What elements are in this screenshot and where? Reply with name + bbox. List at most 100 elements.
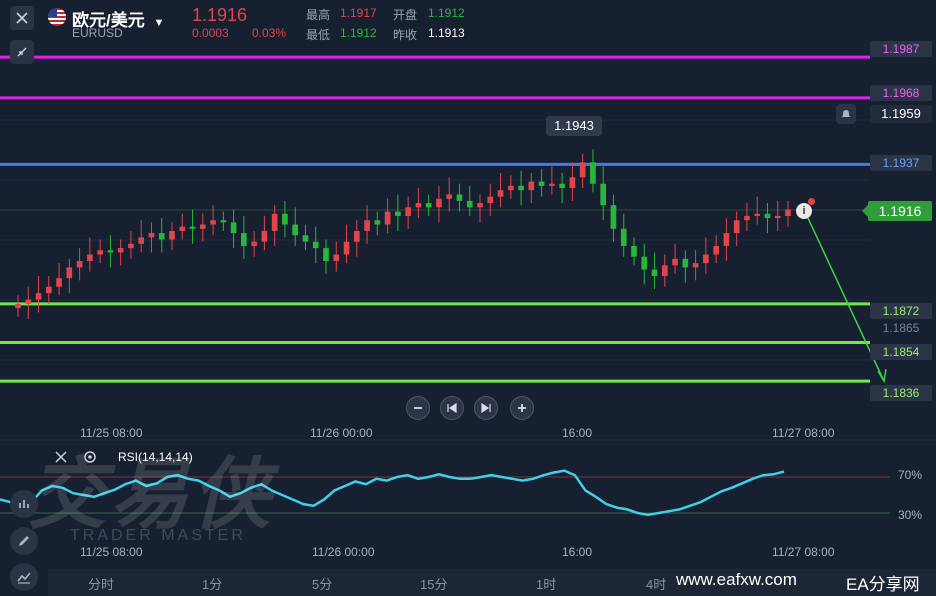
tool-indicators-button[interactable] bbox=[10, 490, 38, 518]
tab-1min[interactable]: 1分 bbox=[202, 574, 222, 593]
candle-body bbox=[549, 183, 555, 186]
alert-bell-button[interactable] bbox=[836, 104, 856, 124]
zoom-in-button[interactable] bbox=[510, 396, 534, 420]
bell-icon bbox=[842, 110, 850, 118]
candle-body bbox=[466, 200, 473, 208]
candle-body bbox=[220, 220, 227, 223]
tab-4hour[interactable]: 4时 bbox=[646, 574, 666, 593]
alert-price-label[interactable]: 1.1959 bbox=[870, 105, 932, 123]
candle-body bbox=[169, 230, 175, 240]
candle-body bbox=[251, 241, 257, 246]
candle-body bbox=[559, 183, 565, 189]
prev-close-label: 昨收 bbox=[393, 28, 418, 42]
tab-timeshare[interactable]: 分时 bbox=[88, 574, 114, 593]
rsi-level-high-label: 70% bbox=[898, 468, 923, 482]
chevron-down-icon: ▼ bbox=[153, 17, 165, 29]
candle-body bbox=[703, 254, 709, 264]
level-label-1987[interactable]: 1.1987 bbox=[870, 41, 932, 57]
rsi-close-button[interactable] bbox=[54, 450, 68, 469]
tool-draw-button[interactable] bbox=[10, 527, 38, 555]
time-label: 11/26 00:00 bbox=[310, 426, 373, 440]
candle-body bbox=[682, 258, 689, 268]
rsi-label: RSI(14,14,14) bbox=[118, 450, 193, 464]
candle-body bbox=[672, 258, 678, 266]
candle-body bbox=[128, 243, 134, 249]
time-label: 11/25 08:00 bbox=[80, 426, 143, 440]
candle-body bbox=[230, 222, 237, 234]
bars-icon bbox=[19, 500, 29, 508]
gear-icon bbox=[84, 451, 96, 463]
rsi-time-label: 11/27 08:00 bbox=[772, 545, 835, 559]
candle-body bbox=[189, 226, 196, 229]
level-label-1968[interactable]: 1.1968 bbox=[870, 85, 932, 101]
chart-grid bbox=[0, 59, 936, 441]
candle-body bbox=[353, 230, 360, 242]
scroll-end-button[interactable] bbox=[474, 396, 498, 420]
candle-body bbox=[56, 278, 62, 287]
candle-body bbox=[97, 250, 103, 255]
close-chart-button[interactable] bbox=[10, 6, 34, 30]
info-marker[interactable]: i bbox=[796, 203, 812, 219]
level-label-1937[interactable]: 1.1937 bbox=[870, 155, 932, 171]
candle-body bbox=[199, 224, 206, 229]
tab-15min[interactable]: 15分 bbox=[420, 574, 447, 593]
candle-body bbox=[15, 303, 21, 309]
zoom-out-button[interactable] bbox=[406, 396, 430, 420]
candle-body bbox=[66, 267, 73, 279]
candle-body bbox=[312, 241, 319, 249]
peak-price-callout: 1.1943 bbox=[546, 116, 602, 136]
collapse-button[interactable] bbox=[10, 40, 34, 64]
current-price: 1.1916 bbox=[192, 5, 248, 25]
candle-body bbox=[333, 254, 340, 261]
tab-1hour[interactable]: 1时 bbox=[536, 574, 556, 593]
candle-body bbox=[569, 177, 576, 189]
level-label-1865: 1.1865 bbox=[882, 321, 920, 335]
close-icon bbox=[55, 451, 67, 463]
trading-chart-app: 交易侠 TRADER MASTER 欧元/美元 ▼ EURUSD 1.1916 … bbox=[0, 0, 936, 596]
price-change-pct: 0.03% bbox=[252, 26, 287, 40]
low-label: 最低 bbox=[306, 28, 331, 42]
candle-body bbox=[158, 233, 165, 240]
watermark-subtitle: TRADER MASTER bbox=[70, 527, 246, 544]
current-price-label: 1.1916 bbox=[868, 201, 932, 221]
candle-body bbox=[528, 181, 535, 191]
candle-body bbox=[518, 185, 524, 191]
tool-chart-type-button[interactable] bbox=[10, 563, 38, 591]
candle-body bbox=[405, 207, 411, 216]
candle-body bbox=[651, 269, 658, 276]
candle-body bbox=[35, 293, 42, 300]
candle-body bbox=[292, 224, 299, 236]
rsi-settings-button[interactable] bbox=[82, 449, 98, 470]
rsi-level-low-label: 30% bbox=[898, 508, 923, 522]
open-value: 1.1912 bbox=[428, 6, 465, 20]
level-label-1872[interactable]: 1.1872 bbox=[870, 303, 932, 319]
candle-body bbox=[323, 248, 329, 261]
candle-body bbox=[723, 233, 730, 246]
candle-body bbox=[754, 213, 761, 216]
candle-body bbox=[364, 220, 370, 231]
candle-body bbox=[87, 254, 93, 261]
candle-body bbox=[692, 263, 699, 268]
candle-body bbox=[117, 248, 124, 253]
candle-body bbox=[282, 213, 288, 225]
candle-body bbox=[25, 299, 32, 304]
line-chart-icon bbox=[17, 572, 31, 584]
time-label: 11/27 08:00 bbox=[772, 426, 835, 440]
candle-body bbox=[590, 162, 596, 184]
level-label-1854[interactable]: 1.1854 bbox=[870, 344, 932, 360]
low-value: 1.1912 bbox=[340, 26, 377, 40]
candle-body bbox=[261, 230, 268, 242]
time-label: 16:00 bbox=[562, 426, 593, 440]
candle-body bbox=[641, 256, 648, 270]
candle-body bbox=[538, 181, 545, 186]
candle-body bbox=[384, 211, 391, 225]
candle-body bbox=[456, 194, 463, 201]
symbol-code: EURUSD bbox=[72, 26, 123, 40]
tab-5min[interactable]: 5分 bbox=[312, 574, 332, 593]
candle-body bbox=[631, 245, 637, 257]
scroll-start-button[interactable] bbox=[440, 396, 464, 420]
candle-body bbox=[507, 185, 514, 191]
candle-body bbox=[579, 162, 586, 178]
candle-body bbox=[733, 220, 740, 234]
level-label-1836[interactable]: 1.1836 bbox=[870, 385, 932, 401]
